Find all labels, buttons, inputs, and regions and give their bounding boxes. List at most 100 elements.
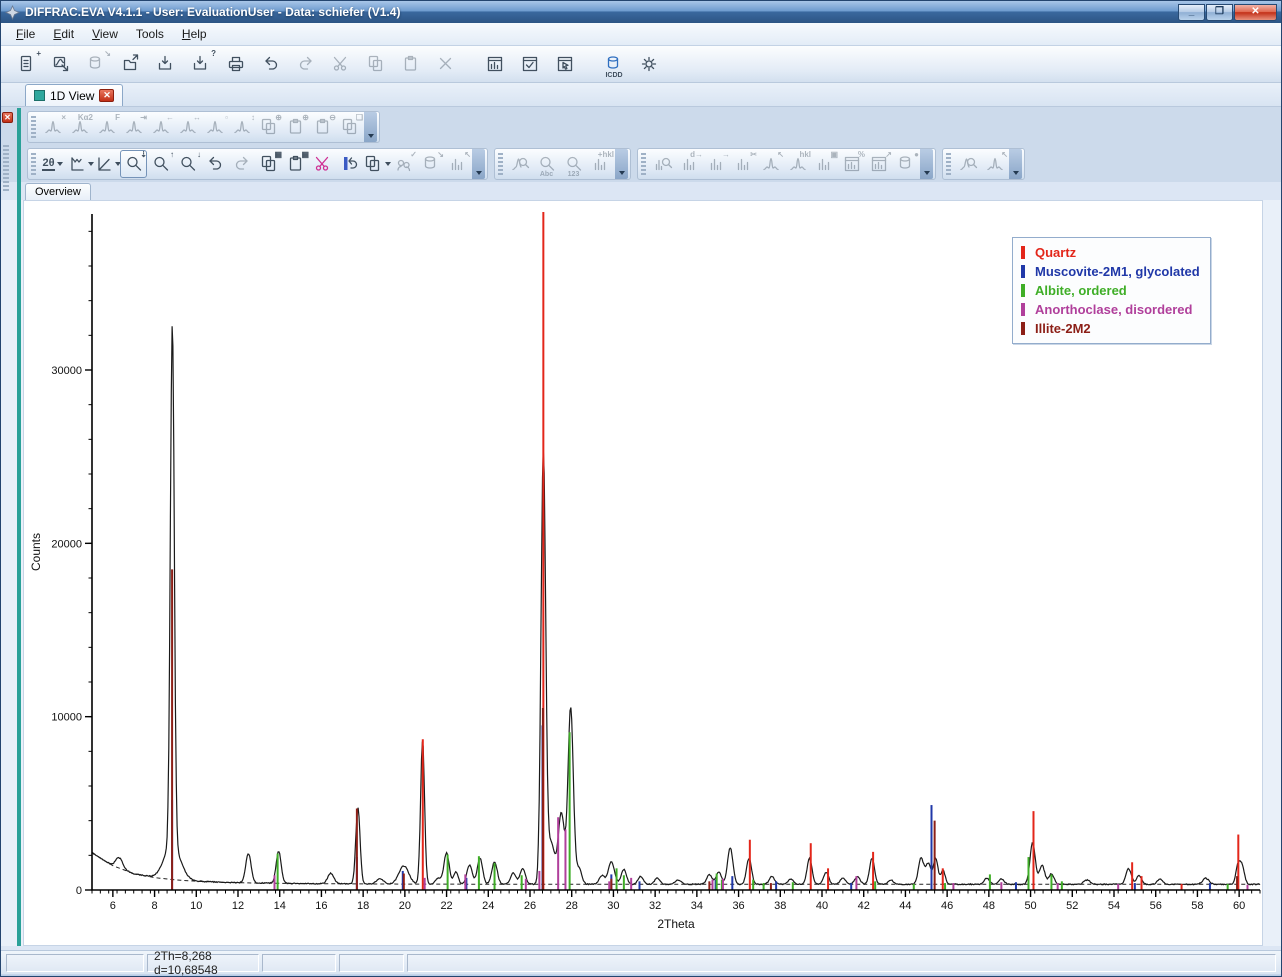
pattern-zoom-button: [649, 150, 676, 178]
legend-item[interactable]: Illite-2M2: [1021, 319, 1200, 338]
svg-text:46: 46: [941, 900, 953, 912]
status-panel: [407, 954, 1276, 972]
legend-marker-icon: [1021, 284, 1025, 297]
display-toolbar-row: 2θ⇣↑↓▦▦✓↘↖Abc123+hkld→→✂↖hkl▣%↗●↖: [1, 146, 1281, 182]
menu-edit[interactable]: Edit: [44, 24, 83, 44]
selection-window-button[interactable]: [550, 49, 580, 79]
svg-text:8: 8: [152, 900, 158, 912]
hkl-select-button: hkl: [784, 150, 811, 178]
icdd-database-button[interactable]: ICDD: [599, 49, 629, 79]
zoom-reset-button[interactable]: ⇣: [120, 150, 147, 178]
toolbar-overflow-button[interactable]: [615, 149, 628, 179]
svg-text:16: 16: [315, 900, 327, 912]
add-scan-button: ⊕: [255, 113, 282, 141]
menu-file[interactable]: File: [7, 24, 44, 44]
dock-close-icon[interactable]: ✕: [2, 112, 13, 123]
settings-button[interactable]: [634, 49, 664, 79]
anchor-pattern-button: ▣: [811, 150, 838, 178]
import-scan-button[interactable]: [46, 49, 76, 79]
svg-text:52: 52: [1066, 900, 1078, 912]
toolbar-grip[interactable]: [31, 116, 36, 138]
menu-bar: FileEditViewToolsHelp: [1, 23, 1281, 46]
save-button[interactable]: [151, 49, 181, 79]
legend-item[interactable]: Quartz: [1021, 243, 1200, 262]
minimize-button[interactable]: _: [1178, 4, 1205, 21]
copy-page-button[interactable]: [363, 150, 390, 178]
toolbar-grip[interactable]: [31, 153, 36, 175]
append-scan-button: ▫: [201, 113, 228, 141]
new-document-button[interactable]: +: [11, 49, 41, 79]
close-button[interactable]: ✕: [1234, 4, 1277, 21]
scan-window-button[interactable]: [480, 49, 510, 79]
svg-text:38: 38: [774, 900, 786, 912]
undo-button[interactable]: [256, 49, 286, 79]
y-axis-title: Counts: [29, 533, 43, 571]
print-button[interactable]: [221, 49, 251, 79]
curve-select-button: ↖: [757, 150, 784, 178]
menu-view[interactable]: View: [83, 24, 127, 44]
save-as-button[interactable]: ?: [186, 49, 216, 79]
phase-legend[interactable]: QuartzMuscovite-2M1, glycolatedAlbite, o…: [1012, 237, 1211, 344]
import-from-database-button: ↘: [81, 49, 111, 79]
dock-grip[interactable]: [3, 145, 9, 191]
y-axis-mode-button[interactable]: [93, 150, 120, 178]
svg-text:12: 12: [232, 900, 244, 912]
svg-text:50: 50: [1024, 900, 1036, 912]
shift-scan-button: ←: [147, 113, 174, 141]
merge-scan-button: ⊕: [282, 113, 309, 141]
pattern-cut-button: ✂: [730, 150, 757, 178]
svg-text:42: 42: [858, 900, 870, 912]
svg-text:14: 14: [274, 900, 286, 912]
toolbar-grip[interactable]: [946, 153, 951, 175]
legend-item[interactable]: Albite, ordered: [1021, 281, 1200, 300]
close-icon[interactable]: ✕: [99, 89, 114, 102]
toolbar-overflow-button[interactable]: [920, 149, 933, 179]
peak-search-button: [954, 150, 981, 178]
menu-tools[interactable]: Tools: [127, 24, 173, 44]
paste-button: [396, 49, 426, 79]
svg-text:30000: 30000: [51, 365, 82, 377]
copy-view-button[interactable]: ▦: [255, 150, 282, 178]
undo-view-button[interactable]: [201, 150, 228, 178]
legend-item[interactable]: Muscovite-2M1, glycolated: [1021, 262, 1200, 281]
cut-range-button[interactable]: [309, 150, 336, 178]
options-window-button[interactable]: [515, 49, 545, 79]
svg-text:26: 26: [524, 900, 536, 912]
toolbar-grip[interactable]: [641, 153, 646, 175]
subtract-scan-button: ⊖: [309, 113, 336, 141]
legend-item[interactable]: Anorthoclase, disordered: [1021, 300, 1200, 319]
export-window-button[interactable]: [116, 49, 146, 79]
displacement-correction-button: ⇥: [120, 113, 147, 141]
x-axis-mode-button[interactable]: [66, 150, 93, 178]
toolbar-grip[interactable]: [498, 153, 503, 175]
toolbar-overflow-button[interactable]: [1009, 149, 1022, 179]
toolbar-overflow-button[interactable]: [364, 112, 377, 142]
zoom-out-button[interactable]: ↓: [174, 150, 201, 178]
appearance-button: ✓: [390, 150, 417, 178]
x-axis-title: 2Theta: [657, 917, 695, 931]
undo-range-button[interactable]: [336, 150, 363, 178]
copy-button: [361, 49, 391, 79]
zoom-in-button[interactable]: ↑: [147, 150, 174, 178]
diffractogram-panel[interactable]: 6810121416182022242628303234363840424446…: [23, 200, 1263, 946]
search-text-button: Abc: [533, 150, 560, 178]
window-title: DIFFRAC.EVA V4.1.1 - User: EvaluationUse…: [25, 5, 1178, 19]
tab-1d-view[interactable]: 1D View ✕: [25, 84, 123, 106]
toolbar-overflow-button[interactable]: [472, 149, 485, 179]
svg-text:44: 44: [899, 900, 911, 912]
svg-text:34: 34: [691, 900, 703, 912]
legend-label: Anorthoclase, disordered: [1035, 302, 1192, 317]
paste-view-button[interactable]: ▦: [282, 150, 309, 178]
restore-button[interactable]: ❐: [1206, 4, 1233, 21]
svg-text:20000: 20000: [51, 538, 82, 550]
background-curve: [92, 853, 1260, 885]
tab-overview[interactable]: Overview: [25, 183, 91, 200]
two-theta-axis-button[interactable]: 2θ: [39, 150, 66, 178]
export-to-database-button: ↘: [417, 150, 444, 178]
svg-text:40: 40: [816, 900, 828, 912]
svg-text:18: 18: [357, 900, 369, 912]
scale-scan-button: ↕: [228, 113, 255, 141]
strip-kalpha2-button: Kα2: [66, 113, 93, 141]
menu-help[interactable]: Help: [173, 24, 216, 44]
view-tab-strip: 1D View ✕: [1, 83, 1281, 107]
